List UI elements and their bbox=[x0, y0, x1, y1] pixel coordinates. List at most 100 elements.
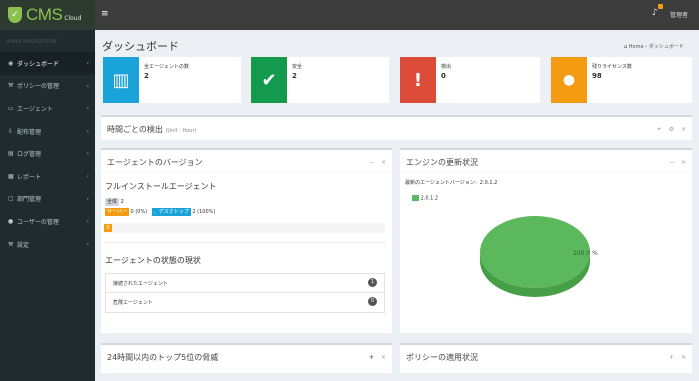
stat-value: 0 bbox=[441, 72, 446, 80]
page-title: ダッシュボード bbox=[102, 40, 179, 53]
list-item-label: 危険エージェント bbox=[113, 300, 153, 306]
sidebar-item-label: 設定 bbox=[17, 241, 30, 249]
sidebar-item-settings[interactable]: ⚒ 設定 ‹ bbox=[0, 233, 95, 256]
plus-icon[interactable]: + bbox=[657, 126, 662, 133]
nav-header: MAIN NAVIGATION bbox=[7, 39, 57, 45]
sidebar-item-department[interactable]: ▢ 部門管理 ‹ bbox=[0, 188, 95, 211]
chevron-left-icon: ‹ bbox=[86, 240, 89, 248]
user-icon: ● bbox=[8, 217, 14, 225]
brand-suffix: Cloud bbox=[64, 14, 82, 22]
divider bbox=[101, 171, 392, 172]
breadcrumb-separator: › bbox=[645, 44, 648, 50]
panel-title: 時間ごとの検出 (Unit : Hour) bbox=[107, 124, 196, 135]
sidebar-item-dashboard[interactable]: ◉ ダッシュボード ‹ bbox=[0, 52, 95, 75]
stat-label: 全エージェントの数 bbox=[144, 64, 189, 70]
stat-label: 安全 bbox=[292, 64, 303, 70]
collapse-icon[interactable]: − bbox=[669, 159, 674, 166]
sidebar-item-label: 配布管理 bbox=[17, 128, 42, 136]
close-icon[interactable]: × bbox=[681, 159, 686, 166]
chevron-left-icon: ‹ bbox=[86, 105, 89, 113]
download-icon: ⇩ bbox=[8, 127, 14, 135]
panel-tools: + × bbox=[669, 354, 686, 361]
engine-version-pie-chart: 100.0 % bbox=[480, 216, 598, 297]
count-badge: 0 bbox=[368, 297, 377, 306]
all-tag: 全体 bbox=[105, 198, 120, 206]
folder-icon: ▢ bbox=[8, 195, 14, 203]
breadcrumb-current: ダッシュボード bbox=[648, 44, 684, 50]
dashboard-icon: ◉ bbox=[8, 59, 14, 67]
panel-title: エンジンの更新状況 bbox=[406, 158, 478, 167]
sidebar-item-users[interactable]: ● ユーザーの管理 ‹ bbox=[0, 210, 95, 233]
logo[interactable]: ✓ CMS Cloud bbox=[0, 0, 95, 30]
check-icon: ✔ bbox=[251, 57, 287, 103]
sidebar-item-logs[interactable]: ▤ ログ管理 ‹ bbox=[0, 142, 95, 165]
log-icon: ▤ bbox=[8, 150, 14, 158]
chevron-left-icon: ‹ bbox=[86, 218, 89, 226]
sidebar-item-label: レポート bbox=[17, 173, 42, 181]
panel-title: ポリシーの適用状況 bbox=[406, 353, 478, 362]
sidebar-item-agent[interactable]: ▭ エージェント ‹ bbox=[0, 97, 95, 120]
panel-tools: − × bbox=[369, 159, 386, 166]
server-desktop-row: サーバー 0 (0%) 、デスクトップ 2 (100%) bbox=[105, 208, 215, 216]
server-value: 0 (0%) bbox=[130, 209, 148, 215]
list-item-risk-agents[interactable]: 危険エージェント 0 bbox=[106, 293, 384, 312]
hamburger-icon[interactable]: ≡ bbox=[101, 9, 109, 19]
chevron-left-icon: ‹ bbox=[86, 82, 89, 90]
server-progress-bar: 0 bbox=[104, 223, 385, 233]
policy-status-panel: ポリシーの適用状況 + × bbox=[400, 343, 692, 373]
list-item-label: 接続されたエージェント bbox=[113, 281, 168, 287]
stat-value: 98 bbox=[592, 72, 602, 80]
breadcrumb: ⌂ Home › ダッシュボード bbox=[624, 43, 684, 50]
report-icon: ▦ bbox=[8, 172, 14, 180]
wrench-icon: ⚒ bbox=[8, 240, 14, 248]
bell-icon[interactable]: ♪ bbox=[652, 4, 663, 18]
tablet-icon: ▥ bbox=[103, 57, 139, 103]
desktop-icon: ▭ bbox=[8, 104, 14, 112]
notification-badge bbox=[658, 4, 663, 9]
close-icon[interactable]: × bbox=[681, 354, 686, 361]
sidebar-item-label: 部門管理 bbox=[17, 196, 42, 204]
sidebar-item-label: ユーザーの管理 bbox=[17, 218, 59, 226]
sidebar-item-distribution[interactable]: ⇩ 配布管理 ‹ bbox=[0, 120, 95, 143]
sidebar: MAIN NAVIGATION ◉ ダッシュボード ‹ ⚒ ポリシーの管理 ‹ … bbox=[0, 30, 95, 381]
all-value: 2 bbox=[120, 199, 124, 205]
admin-user-label[interactable]: 管理者 bbox=[670, 10, 688, 19]
divider bbox=[400, 171, 692, 172]
home-icon: ⌂ bbox=[624, 44, 628, 50]
panel-tools: + × bbox=[369, 354, 386, 361]
sidebar-item-label: ログ管理 bbox=[17, 151, 42, 159]
stat-box-detected[interactable]: ! 検出 0 bbox=[400, 57, 540, 103]
chevron-left-icon: ‹ bbox=[86, 195, 89, 203]
full-install-title: フルインストールエージェント bbox=[105, 182, 217, 191]
stat-value: 2 bbox=[292, 72, 297, 80]
chevron-left-icon: ‹ bbox=[86, 60, 89, 67]
sidebar-item-label: エージェント bbox=[17, 105, 53, 113]
panel-tools: − × bbox=[669, 159, 686, 166]
wrench-icon[interactable]: ⚙ bbox=[669, 126, 674, 133]
panel-title-text: 時間ごとの検出 bbox=[107, 125, 163, 134]
breadcrumb-home[interactable]: Home bbox=[629, 44, 644, 50]
latest-version-text: 最新のエージェントバージョン：2.0.1.2 bbox=[405, 180, 498, 186]
sidebar-item-policy[interactable]: ⚒ ポリシーの管理 ‹ bbox=[0, 75, 95, 98]
close-icon[interactable]: × bbox=[381, 159, 386, 166]
stat-box-all-agents[interactable]: ▥ 全エージェントの数 2 bbox=[103, 57, 241, 103]
brand-name: CMS bbox=[26, 5, 63, 24]
list-item-connected-agents[interactable]: 接続されたエージェント 1 bbox=[106, 274, 384, 293]
close-icon[interactable]: × bbox=[381, 354, 386, 361]
count-badge: 1 bbox=[368, 278, 377, 287]
stat-value: 2 bbox=[144, 72, 149, 80]
close-icon[interactable]: × bbox=[681, 126, 686, 133]
top-navbar: ✓ CMS Cloud ≡ ♪ 管理者 bbox=[0, 0, 699, 30]
collapse-icon[interactable]: − bbox=[369, 159, 374, 166]
plus-icon[interactable]: + bbox=[369, 354, 374, 361]
panel-subtitle: (Unit : Hour) bbox=[165, 128, 197, 134]
plus-icon[interactable]: + bbox=[669, 354, 674, 361]
stat-box-licenses[interactable]: ● 残りライセンス数 98 bbox=[551, 57, 692, 103]
server-tag: サーバー bbox=[105, 208, 129, 216]
legend-label: 2.0.1.2 bbox=[420, 195, 439, 202]
sidebar-item-report[interactable]: ▦ レポート ‹ bbox=[0, 165, 95, 188]
pie-slice-label: 100.0 % bbox=[573, 250, 598, 257]
stat-box-safe[interactable]: ✔ 安全 2 bbox=[251, 57, 389, 103]
agent-status-list: 接続されたエージェント 1 危険エージェント 0 bbox=[105, 273, 385, 313]
legend-swatch bbox=[412, 195, 419, 201]
